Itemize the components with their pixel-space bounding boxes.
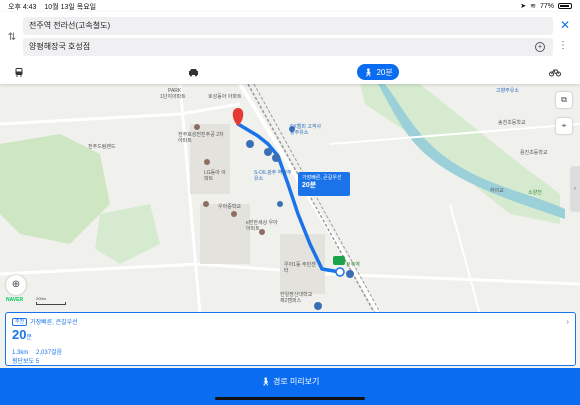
route-meta: 1.3km 2,037걸음 [12,347,569,356]
mode-car-button[interactable] [184,64,202,80]
side-panel-toggle[interactable]: ‹ [570,166,580,212]
car-icon [188,68,198,76]
road [0,102,241,126]
add-waypoint-icon[interactable]: + [535,42,545,52]
bike-icon [549,69,561,76]
road [449,203,481,314]
map-label: 전주역 [346,262,360,268]
bus-stop-icon [264,148,272,156]
route-steps: 2,037걸음 [36,350,63,356]
swap-direction-icon[interactable]: ⇅ [6,32,18,43]
map-label: 고향주유소 [496,88,520,94]
status-date: 10월 13일 목요일 [44,4,97,11]
station-icon [333,256,345,265]
map-label: 송천초등학교 [498,120,526,126]
scale-label: 200m [36,296,47,301]
map-canvas [0,84,580,314]
map-label: 하이교 [490,188,504,194]
map-label: 전주드림랜드 [88,144,116,150]
transport-mode-row: 🚶︎ 20분 [0,62,580,82]
status-left: 오후 4:43 10월 13일 목요일 [8,2,102,12]
road [178,84,202,314]
current-location-button[interactable]: ⊕ [6,275,26,295]
origin-field[interactable]: 전주역 전라선(고속철도) [23,17,553,35]
crosshair-icon: ⊕ [11,279,21,290]
scale-line [36,302,66,305]
destination-field[interactable]: 양평해장국 호성점 + [23,38,553,56]
poi-marker [277,201,283,207]
mode-transit-button[interactable] [10,64,28,80]
poi-marker [204,159,210,165]
status-time: 오후 4:43 [8,4,37,11]
battery-percent: 77% [539,2,554,10]
route-result-card[interactable]: 추천 가장빠른, 큰길우선 20분 1.3km 2,037걸음 횡단보도 5 › [5,312,576,366]
map-label: 용진초등학교 [520,150,548,156]
bus-stop-icon [246,140,254,148]
duration-value: 20 [12,327,27,342]
destination-text: 양평해장국 호성점 [29,42,91,51]
map-label: 우아1동 주민센터 [284,262,316,274]
map-label: 소양천 [528,190,542,196]
poi-marker [203,201,209,207]
chevron-right-icon[interactable]: › [566,317,569,326]
map-label: e편한세상 우아아파트 [246,220,278,232]
walk-icon: 🚶︎ [363,67,374,77]
building-block [200,204,250,264]
poi-marker [231,211,237,217]
map-label: SK엘피 고객사랑주유소 [290,124,322,136]
park-area-southwest [95,204,160,264]
map-view[interactable]: PARK 호성동아 아파트 1단지아파트 전주호성전진주공 2차아파트 LG동아… [0,84,580,314]
duration-unit: 분 [26,335,32,341]
home-indicator[interactable] [215,397,365,400]
card-header: 추천 가장빠른, 큰길우선 [12,317,569,326]
route-callout-time: 20분 [302,182,317,189]
bus-icon [15,68,23,77]
mode-bike-button[interactable] [546,64,564,80]
destination-pin-icon [232,108,244,126]
map-layers-button[interactable]: ⧉ [556,92,572,108]
map-label: 우아중학교 [218,204,242,210]
poi-marker [194,124,200,130]
scale-bar: 200m [36,296,66,305]
map-label: LG동아 아파트 [204,170,226,182]
map-label: 전주호성전진주공 2차아파트 [178,132,224,144]
bus-stop-icon [272,154,280,162]
route-preview-label: 경로 미리보기 [273,377,320,386]
naver-logo: NAVER [6,297,24,303]
battery-icon [558,3,572,9]
route-tag: 가장빠른, 큰길우선 [30,320,78,326]
route-callout[interactable]: 가장빠른, 큰길우선 20분 [298,172,350,196]
location-icon: ➤ [520,3,527,10]
walk-time-label: 20분 [376,67,393,77]
wifi-icon: ≋ [530,3,536,10]
route-callout-tag: 가장빠른, 큰길우선 [302,175,342,181]
close-icon[interactable]: ✕ [560,18,570,32]
recommended-badge: 추천 [12,317,28,326]
status-right: ➤ ≋ 77% [520,2,572,10]
map-location-button[interactable]: ⌖ [556,118,572,134]
map-label: 한일장신대학교 제2캠퍼스 [280,292,313,304]
location-pin-icon: ⌖ [561,121,567,130]
layers-icon: ⧉ [561,95,567,104]
chevron-left-icon: ‹ [574,186,576,192]
walk-icon: 🚶︎ [260,377,271,386]
more-icon[interactable]: ⋮ [558,40,568,51]
search-panel: ⇅ 전주역 전라선(고속철도) ✕ 양평해장국 호성점 + ⋮ 🚶︎ 20분 [0,12,580,84]
park-area-west [0,134,110,244]
map-label: 1단지아파트 [160,94,186,100]
origin-marker [335,267,345,277]
mode-walk-button[interactable]: 🚶︎ 20분 [357,64,399,80]
map-label: 호성동아 아파트 [208,94,242,100]
route-duration: 20분 [12,328,569,345]
origin-text: 전주역 전라선(고속철도) [29,21,111,30]
bus-stop-icon [346,270,354,278]
status-bar: 오후 4:43 10월 13일 목요일 ➤ ≋ 77% [0,0,580,12]
map-label: S-OIL광주 역전주유소 [254,170,292,182]
route-crosswalks: 횡단보도 5 [12,359,40,365]
